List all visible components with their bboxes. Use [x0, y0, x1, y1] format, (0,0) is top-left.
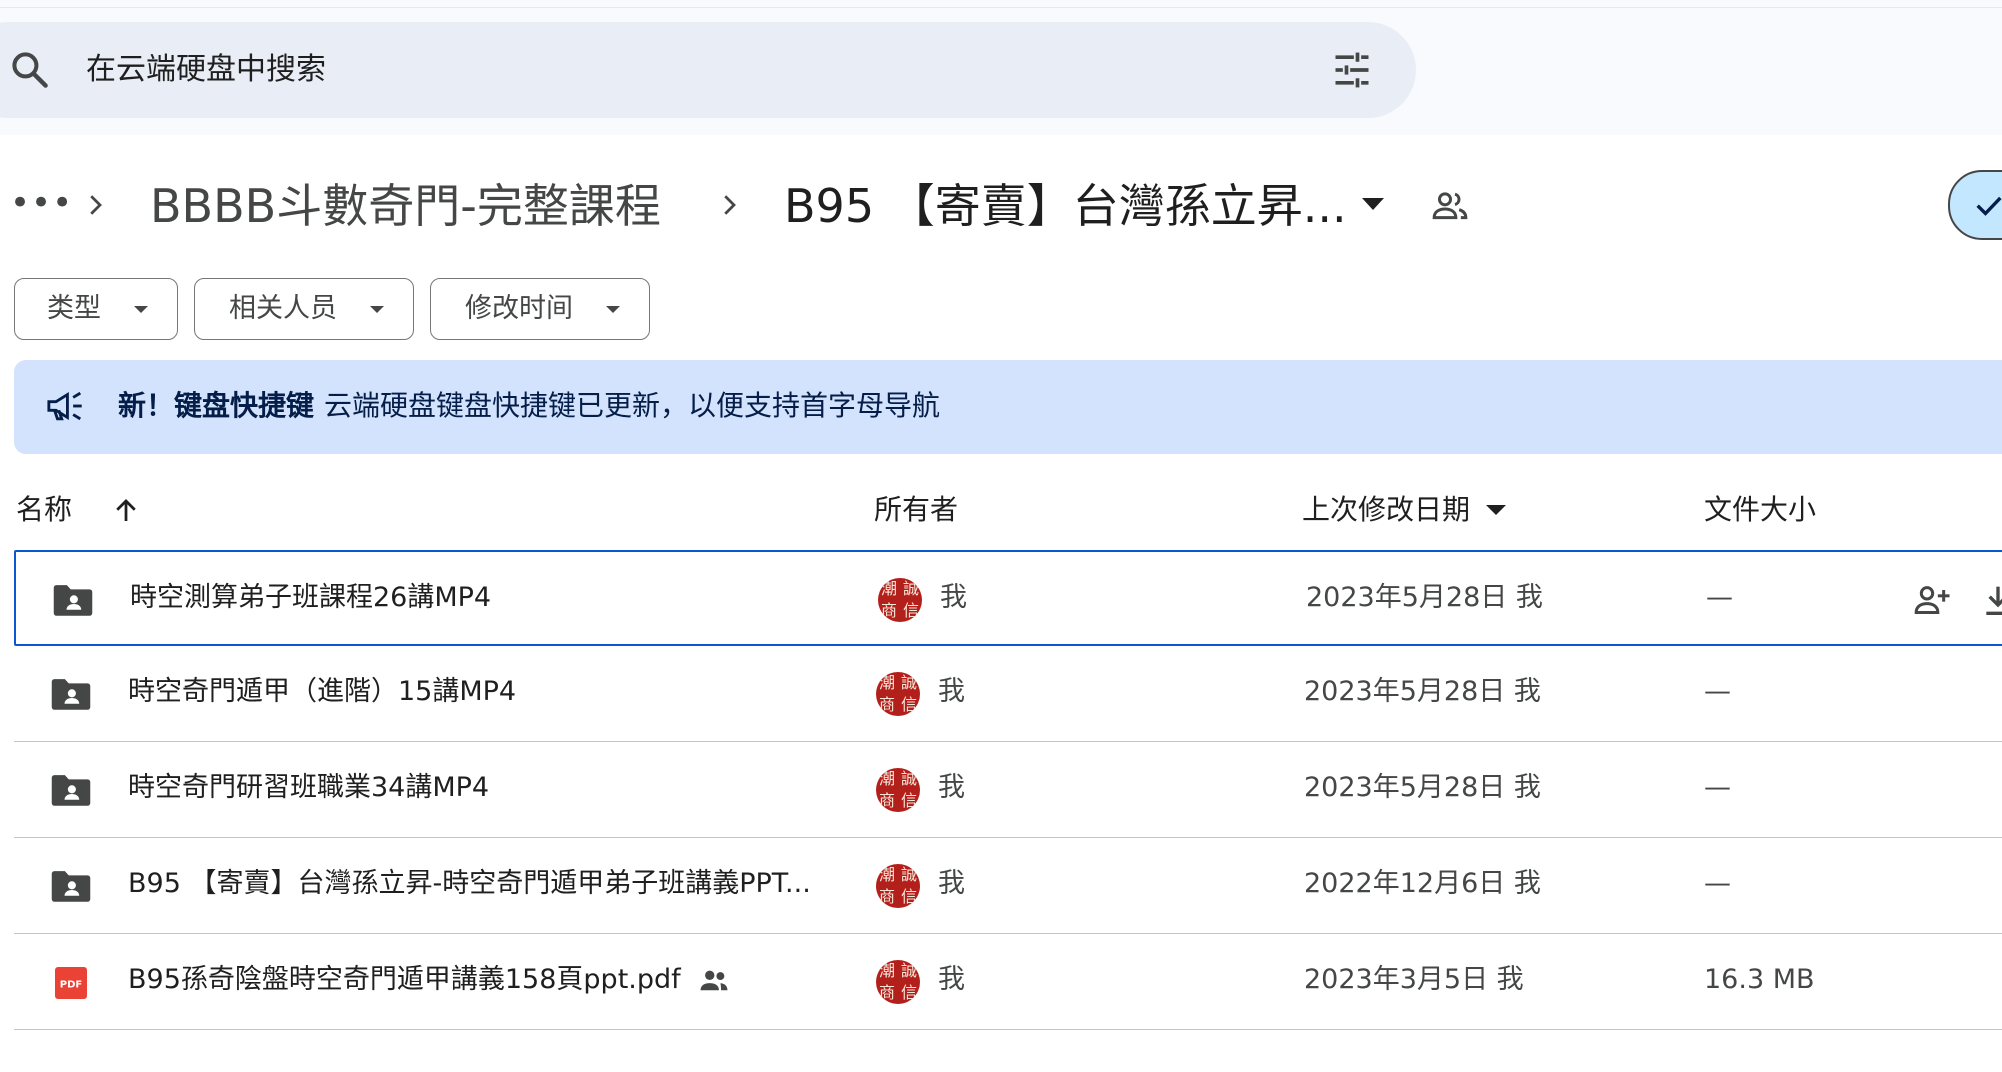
filter-chip-modified[interactable]: 修改时间	[430, 278, 650, 340]
avatar-char: 潮	[880, 579, 897, 598]
megaphone-icon	[47, 391, 82, 421]
pdf-badge: PDF	[60, 980, 82, 991]
avatar-char: 信	[900, 983, 917, 1002]
modified-date: 2023年3月5日 我	[1304, 964, 1524, 995]
column-header-size-label: 文件大小	[1704, 493, 1817, 526]
top-divider	[0, 7, 2002, 8]
table-row[interactable]: PDF B95孫奇陰盤時空奇門遁甲講義158頁ppt.pdf 潮 誠 商 信 我…	[14, 934, 2002, 1030]
owner-avatar: 潮 誠 商 信	[876, 672, 920, 716]
avatar-char: 誠	[900, 673, 917, 692]
modified-date: 2022年12月6日 我	[1304, 868, 1541, 899]
avatar-char: 潮	[878, 673, 895, 692]
breadcrumb-item-parent[interactable]: BBBB斗數奇門-完整課程	[150, 178, 661, 234]
column-header-owner[interactable]: 所有者	[874, 490, 958, 530]
banner-text: 云端硬盘键盘快捷键已更新，以便支持首字母导航	[324, 389, 941, 422]
avatar-char: 商	[878, 791, 895, 810]
column-header-modified[interactable]: 上次修改日期	[1302, 490, 1507, 530]
table-row[interactable]: 時空測算弟子班課程26講MP4 潮 誠 商 信 我 2023年5月28日 我 —	[14, 550, 2002, 646]
table-row[interactable]: 時空奇門研習班職業34講MP4 潮 誠 商 信 我 2023年5月28日 我 —	[14, 742, 2002, 838]
column-header-size[interactable]: 文件大小	[1704, 490, 1816, 530]
column-header-owner-label: 所有者	[874, 493, 959, 526]
avatar-char: 信	[900, 695, 917, 714]
breadcrumb-overflow-button[interactable]: •••	[10, 186, 73, 220]
shortcuts-banner: 新！键盘快捷键 云端硬盘键盘快捷键已更新，以便支持首字母导航	[14, 360, 2002, 454]
avatar-char: 商	[878, 695, 895, 714]
filter-chip-label: 类型	[47, 293, 101, 324]
pdf-icon: PDF	[55, 967, 87, 999]
file-name-wrap[interactable]: B95孫奇陰盤時空奇門遁甲講義158頁ppt.pdf	[128, 960, 731, 1000]
file-name[interactable]: B95 【寄賣】台灣孫立昇-時空奇門遁甲弟子班講義PPT...	[128, 864, 811, 904]
shared-people-icon	[700, 970, 728, 990]
check-icon	[1976, 196, 2002, 216]
shared-folder-icon	[51, 775, 91, 806]
modified-date: 2023年5月28日 我	[1304, 676, 1541, 707]
download-icon[interactable]	[1978, 580, 2002, 620]
caret-down-icon[interactable]	[1362, 198, 1384, 212]
column-header-name-label: 名称	[16, 493, 73, 526]
avatar-char: 信	[902, 601, 919, 620]
file-name[interactable]: 時空奇門遁甲（進階）15講MP4	[128, 672, 516, 712]
avatar-char: 信	[900, 791, 917, 810]
modified-date: 2023年5月28日 我	[1304, 772, 1541, 803]
view-toggle-button[interactable]	[1948, 170, 2002, 240]
owner-name: 我	[940, 582, 967, 613]
modified-date: 2023年5月28日 我	[1306, 582, 1543, 613]
owner-name: 我	[938, 964, 965, 995]
filter-chip-people[interactable]: 相关人员	[194, 278, 414, 340]
shared-folder-icon	[51, 871, 91, 902]
file-size: —	[1704, 868, 1731, 899]
file-size: —	[1704, 676, 1731, 707]
file-name[interactable]: B95孫奇陰盤時空奇門遁甲講義158頁ppt.pdf	[128, 964, 681, 995]
filter-chip-label: 修改时间	[465, 293, 573, 324]
avatar-char: 商	[878, 887, 895, 906]
avatar-char: 商	[880, 601, 897, 620]
owner-name: 我	[938, 772, 965, 803]
column-header-modified-label: 上次修改日期	[1302, 493, 1471, 526]
caret-down-icon	[134, 306, 148, 313]
table-row[interactable]: 時空奇門遁甲（進階）15講MP4 潮 誠 商 信 我 2023年5月28日 我 …	[14, 646, 2002, 742]
tune-icon[interactable]	[1330, 48, 1374, 92]
avatar-char: 誠	[900, 961, 917, 980]
breadcrumb-item-current[interactable]: B95 【寄賣】台灣孫立昇...	[784, 178, 1347, 234]
file-name[interactable]: 時空奇門研習班職業34講MP4	[128, 768, 489, 808]
table-row[interactable]: B95 【寄賣】台灣孫立昇-時空奇門遁甲弟子班講義PPT... 潮 誠 商 信 …	[14, 838, 2002, 934]
file-name[interactable]: 時空測算弟子班課程26講MP4	[130, 578, 491, 618]
owner-name: 我	[938, 868, 965, 899]
shared-folder-icon	[51, 679, 91, 710]
column-header-name[interactable]: 名称	[16, 490, 141, 530]
arrow-up-icon[interactable]	[111, 496, 141, 526]
breadcrumb: ••• BBBB斗數奇門-完整課程 B95 【寄賣】台灣孫立昇...	[0, 170, 2002, 240]
shared-folder-icon	[53, 585, 93, 616]
avatar-char: 信	[900, 887, 917, 906]
file-size: —	[1704, 772, 1731, 803]
search-bar[interactable]: 在云端硬盘中搜索	[0, 22, 1416, 118]
banner-title: 新！键盘快捷键	[118, 389, 315, 422]
owner-avatar: 潮 誠 商 信	[876, 864, 920, 908]
caret-down-icon	[1485, 505, 1506, 515]
owner-name: 我	[938, 676, 965, 707]
file-size: —	[1706, 582, 1733, 613]
caret-down-icon	[606, 306, 620, 313]
avatar-char: 誠	[900, 865, 917, 884]
avatar-char: 商	[878, 983, 895, 1002]
owner-avatar: 潮 誠 商 信	[878, 578, 922, 622]
avatar-char: 誠	[900, 769, 917, 788]
avatar-char: 潮	[878, 961, 895, 980]
filter-chip-type[interactable]: 类型	[14, 278, 178, 340]
filter-chip-label: 相关人员	[229, 293, 337, 324]
share-person-add-icon[interactable]	[1912, 580, 1952, 620]
owner-avatar: 潮 誠 商 信	[876, 960, 920, 1004]
owner-avatar: 潮 誠 商 信	[876, 768, 920, 812]
search-icon[interactable]	[8, 48, 52, 92]
avatar-char: 潮	[878, 865, 895, 884]
file-size: 16.3 MB	[1704, 964, 1815, 995]
avatar-char: 潮	[878, 769, 895, 788]
people-icon[interactable]	[1430, 186, 1470, 226]
caret-down-icon	[370, 306, 384, 313]
search-input[interactable]: 在云端硬盘中搜索	[86, 50, 326, 90]
chevron-right-icon	[90, 195, 102, 215]
chevron-right-icon	[724, 195, 736, 215]
avatar-char: 誠	[902, 579, 919, 598]
